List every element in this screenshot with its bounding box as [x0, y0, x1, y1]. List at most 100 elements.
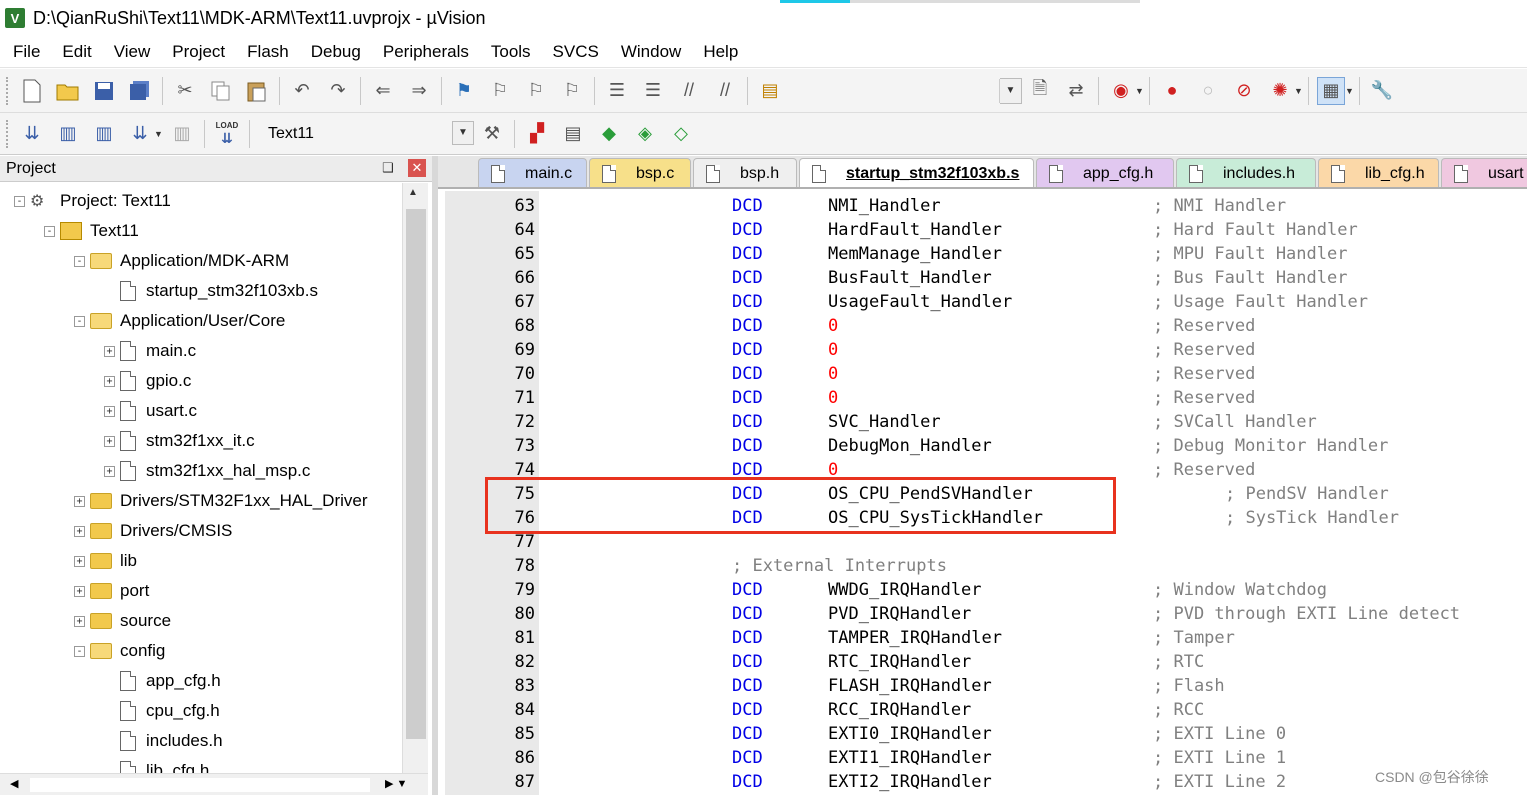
manage-multi-project-icon[interactable]: ▤: [559, 120, 587, 148]
code-line[interactable]: 78 ; External Interrupts: [445, 554, 1527, 578]
tab-bsp-h[interactable]: bsp.h: [693, 158, 797, 187]
code-line[interactable]: 72 DCD SVC_Handler ; SVCall Handler: [445, 410, 1527, 434]
code-line[interactable]: 86 DCD EXTI1_IRQHandler ; EXTI Line 1: [445, 746, 1527, 770]
menu-peripherals[interactable]: Peripherals: [372, 42, 480, 62]
manage-project-items-icon[interactable]: ▞: [523, 120, 551, 148]
expand-icon[interactable]: +: [104, 435, 115, 447]
chevron-down-icon[interactable]: ▼: [1294, 86, 1304, 96]
menu-view[interactable]: View: [103, 42, 162, 62]
tree-item[interactable]: + main.c: [104, 336, 196, 366]
code-line[interactable]: 64 DCD HardFault_Handler ; Hard Fault Handl…: [445, 218, 1527, 242]
code-line[interactable]: 80 DCD PVD_IRQHandler ; PVD through EXTI Li…: [445, 602, 1527, 626]
code-line[interactable]: 87 DCD EXTI2_IRQHandler ; EXTI Line 2: [445, 770, 1527, 794]
target-options-icon[interactable]: ⚒: [478, 120, 506, 148]
expand-icon[interactable]: +: [104, 405, 115, 417]
code-line[interactable]: 73 DCD DebugMon_Handler ; Debug Monitor Han…: [445, 434, 1527, 458]
tree-item[interactable]: + Drivers/STM32F1xx_HAL_Driver: [74, 486, 368, 516]
menu-project[interactable]: Project: [161, 42, 236, 62]
tab-bsp-c[interactable]: bsp.c: [589, 158, 691, 187]
scrollbar-thumb[interactable]: [406, 209, 426, 739]
download-load-icon[interactable]: LOAD ⇊: [213, 120, 241, 148]
tree-item[interactable]: - ⚙ Project: Text11: [14, 186, 171, 216]
stop-build-icon[interactable]: ▥: [168, 120, 196, 148]
project-tree-hscrollbar[interactable]: ◀ ▶ ▼: [0, 773, 428, 795]
tab-includes-h[interactable]: includes.h: [1176, 158, 1316, 187]
scroll-left-icon[interactable]: ◀: [10, 777, 18, 790]
menu-debug[interactable]: Debug: [300, 42, 372, 62]
chevron-down-icon[interactable]: ▼: [154, 129, 164, 139]
tree-item[interactable]: - config: [74, 636, 165, 666]
code-line[interactable]: 69 DCD 0 ; Reserved: [445, 338, 1527, 362]
pane-splitter[interactable]: [432, 156, 438, 795]
expand-icon[interactable]: +: [104, 345, 115, 357]
menu-file[interactable]: File: [0, 42, 51, 62]
code-line[interactable]: 63 DCD NMI_Handler ; NMI Handler: [445, 194, 1527, 218]
expand-icon[interactable]: +: [74, 555, 85, 567]
tree-item[interactable]: app_cfg.h: [104, 666, 221, 696]
tree-item[interactable]: lib_cfg.h: [104, 756, 209, 773]
tree-item[interactable]: - Application/MDK-ARM: [74, 246, 289, 276]
tab-app-cfg-h[interactable]: app_cfg.h: [1036, 158, 1174, 187]
pack-installer-icon[interactable]: ◇: [667, 120, 695, 148]
code-line[interactable]: 71 DCD 0 ; Reserved: [445, 386, 1527, 410]
bookmark-icon[interactable]: ⚑: [450, 77, 478, 105]
disable-all-breakpoints-icon[interactable]: ⊘: [1230, 77, 1258, 105]
menu-help[interactable]: Help: [692, 42, 749, 62]
rebuild-icon[interactable]: ▥: [90, 120, 118, 148]
redo-icon[interactable]: ↷: [324, 77, 352, 105]
code-line[interactable]: 85 DCD EXTI0_IRQHandler ; EXTI Line 0: [445, 722, 1527, 746]
chevron-down-icon[interactable]: ▼: [1135, 86, 1145, 96]
tree-item[interactable]: + usart.c: [104, 396, 197, 426]
toolbar-grip[interactable]: [6, 119, 10, 148]
paste-icon[interactable]: [243, 77, 271, 105]
tree-item[interactable]: + stm32f1xx_hal_msp.c: [104, 456, 310, 486]
scroll-right-icon[interactable]: ▶ ▼: [385, 777, 407, 790]
save-all-icon[interactable]: [126, 77, 154, 105]
tree-item[interactable]: + port: [74, 576, 149, 606]
open-file-icon[interactable]: [54, 77, 82, 105]
collapse-icon[interactable]: -: [74, 315, 85, 327]
scrollbar-thumb[interactable]: [30, 778, 370, 792]
kill-all-breakpoints-icon[interactable]: ✺: [1266, 77, 1294, 105]
code-line[interactable]: 79 DCD WWDG_IRQHandler ; Window Watchdog: [445, 578, 1527, 602]
tree-item[interactable]: cpu_cfg.h: [104, 696, 220, 726]
menu-svcs[interactable]: SVCS: [542, 42, 610, 62]
code-line[interactable]: 82 DCD RTC_IRQHandler ; RTC: [445, 650, 1527, 674]
code-line[interactable]: 83 DCD FLASH_IRQHandler ; Flash: [445, 674, 1527, 698]
tree-item[interactable]: - Application/User/Core: [74, 306, 285, 336]
uncomment-icon[interactable]: //: [711, 77, 739, 105]
collapse-icon[interactable]: -: [44, 225, 55, 237]
chevron-down-icon[interactable]: ▼: [452, 120, 474, 145]
find-icon[interactable]: 🗎: [1026, 77, 1054, 105]
chevron-down-icon[interactable]: ▼: [999, 78, 1021, 103]
unindent-icon[interactable]: ☰: [639, 77, 667, 105]
build-icon[interactable]: ▥: [54, 120, 82, 148]
close-icon[interactable]: ✕: [408, 159, 426, 177]
indent-icon[interactable]: ☰: [603, 77, 631, 105]
tree-item[interactable]: + stm32f1xx_it.c: [104, 426, 255, 456]
tab-lib-cfg-h[interactable]: lib_cfg.h: [1318, 158, 1439, 187]
tree-item[interactable]: + Drivers/CMSIS: [74, 516, 232, 546]
navigate-forward-icon[interactable]: ⇒: [405, 77, 433, 105]
disable-breakpoint-icon[interactable]: ○: [1194, 77, 1222, 105]
menu-window[interactable]: Window: [610, 42, 692, 62]
menu-tools[interactable]: Tools: [480, 42, 542, 62]
tree-item[interactable]: + source: [74, 606, 171, 636]
collapse-icon[interactable]: -: [74, 255, 85, 267]
code-line[interactable]: 70 DCD 0 ; Reserved: [445, 362, 1527, 386]
debug-session-icon[interactable]: ◉: [1107, 77, 1135, 105]
select-packs-icon[interactable]: ◆: [595, 120, 623, 148]
collapse-icon[interactable]: -: [74, 645, 85, 657]
window-layout-icon[interactable]: ▦: [1317, 76, 1345, 105]
navigate-back-icon[interactable]: ⇐: [369, 77, 397, 105]
code-line[interactable]: 68 DCD 0 ; Reserved: [445, 314, 1527, 338]
configure-icon[interactable]: 🔧: [1368, 77, 1396, 105]
tree-item[interactable]: includes.h: [104, 726, 223, 756]
expand-icon[interactable]: +: [74, 615, 85, 627]
code-line[interactable]: 66 DCD BusFault_Handler ; Bus Fault Handler: [445, 266, 1527, 290]
tree-item[interactable]: - Text11: [44, 216, 139, 246]
next-bookmark-icon[interactable]: ⚐: [522, 77, 550, 105]
comment-icon[interactable]: //: [675, 77, 703, 105]
tab-startup-stm32f103xb-s[interactable]: startup_stm32f103xb.s: [799, 158, 1034, 187]
code-line[interactable]: 84 DCD RCC_IRQHandler ; RCC: [445, 698, 1527, 722]
